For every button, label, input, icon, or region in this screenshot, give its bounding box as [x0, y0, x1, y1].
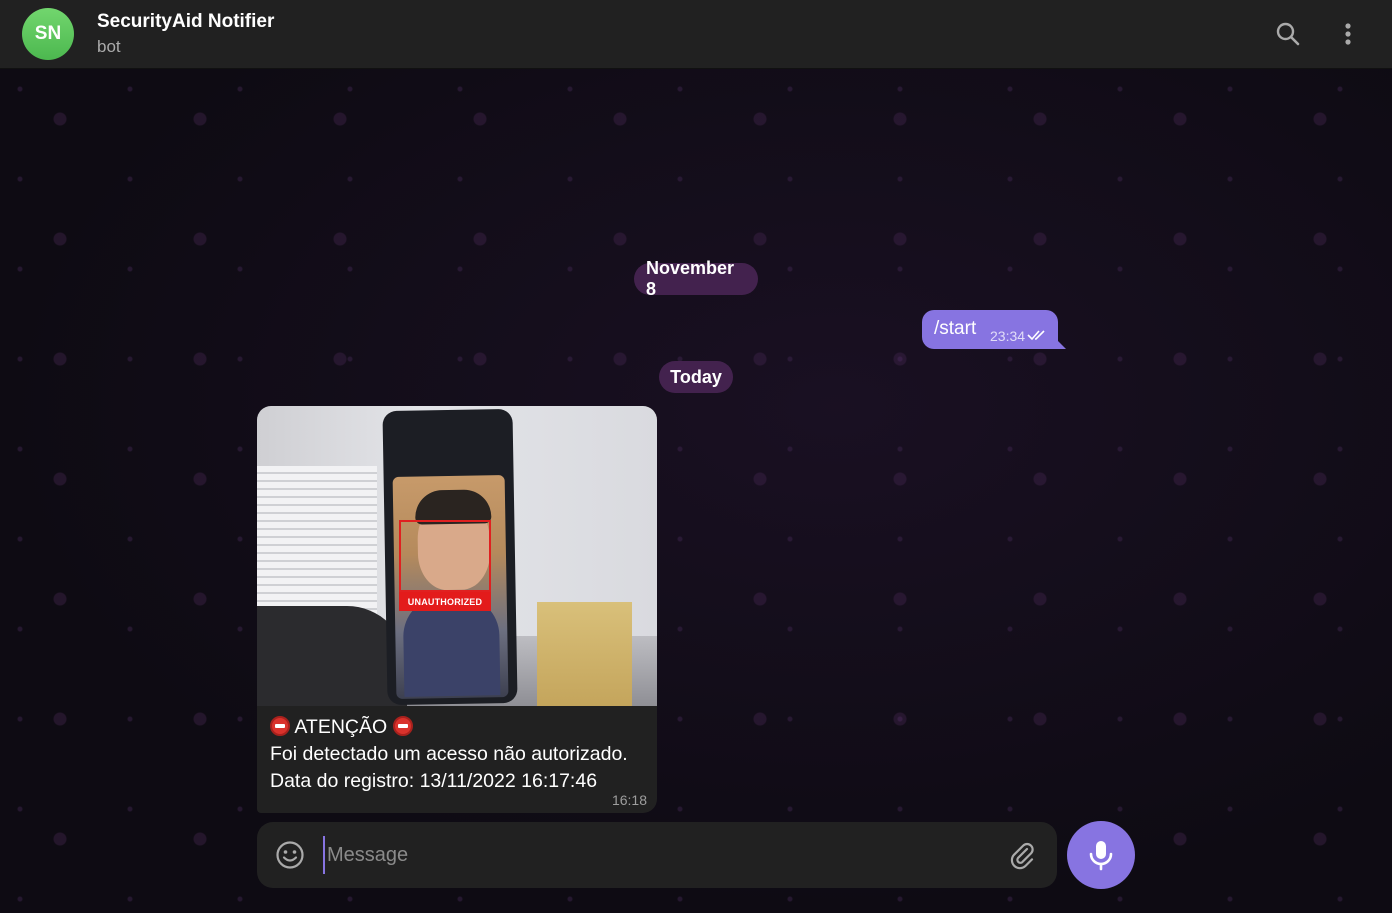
paperclip-icon[interactable]	[1007, 840, 1037, 870]
double-check-icon	[1027, 328, 1049, 344]
detection-box	[399, 520, 491, 592]
message-photo[interactable]: UNAUTHORIZED	[257, 406, 657, 706]
message-time: 23:34	[990, 328, 1026, 344]
avatar[interactable]: SN	[22, 8, 74, 60]
chat-status: bot	[97, 37, 121, 56]
stop-sign-icon	[392, 716, 413, 736]
alert-description: Foi detectado um acesso não autorizado.	[270, 743, 628, 765]
chat-info[interactable]: SecurityAid Notifier bot	[97, 10, 274, 60]
emoji-icon[interactable]	[275, 840, 305, 870]
incoming-message[interactable]: UNAUTHORIZED ATENÇÃO Foi detectado um ac…	[257, 406, 657, 813]
detection-label: UNAUTHORIZED	[399, 592, 491, 611]
more-vertical-icon[interactable]	[1333, 19, 1363, 49]
alert-timestamp: Data do registro: 13/11/2022 16:17:46	[270, 770, 598, 792]
message-meta: 23:34	[990, 328, 1049, 344]
message-text: /start	[934, 318, 977, 339]
message-composer	[257, 822, 1057, 888]
date-separator: Today	[659, 361, 733, 393]
message-input[interactable]	[323, 836, 973, 874]
search-icon[interactable]	[1273, 19, 1303, 49]
microphone-icon[interactable]	[1067, 821, 1135, 889]
message-time: 16:18	[611, 792, 647, 808]
alert-title: ATENÇÃO	[294, 716, 388, 738]
outgoing-message[interactable]: /start 23:34	[922, 310, 1066, 349]
chat-background	[0, 69, 1392, 913]
date-separator: November 8	[634, 258, 758, 299]
chat-title: SecurityAid Notifier	[97, 11, 275, 32]
message-caption: ATENÇÃO Foi detectado um acesso não auto…	[270, 714, 628, 795]
chat-header: SN SecurityAid Notifier bot	[0, 0, 1392, 69]
stop-sign-icon	[270, 716, 290, 736]
